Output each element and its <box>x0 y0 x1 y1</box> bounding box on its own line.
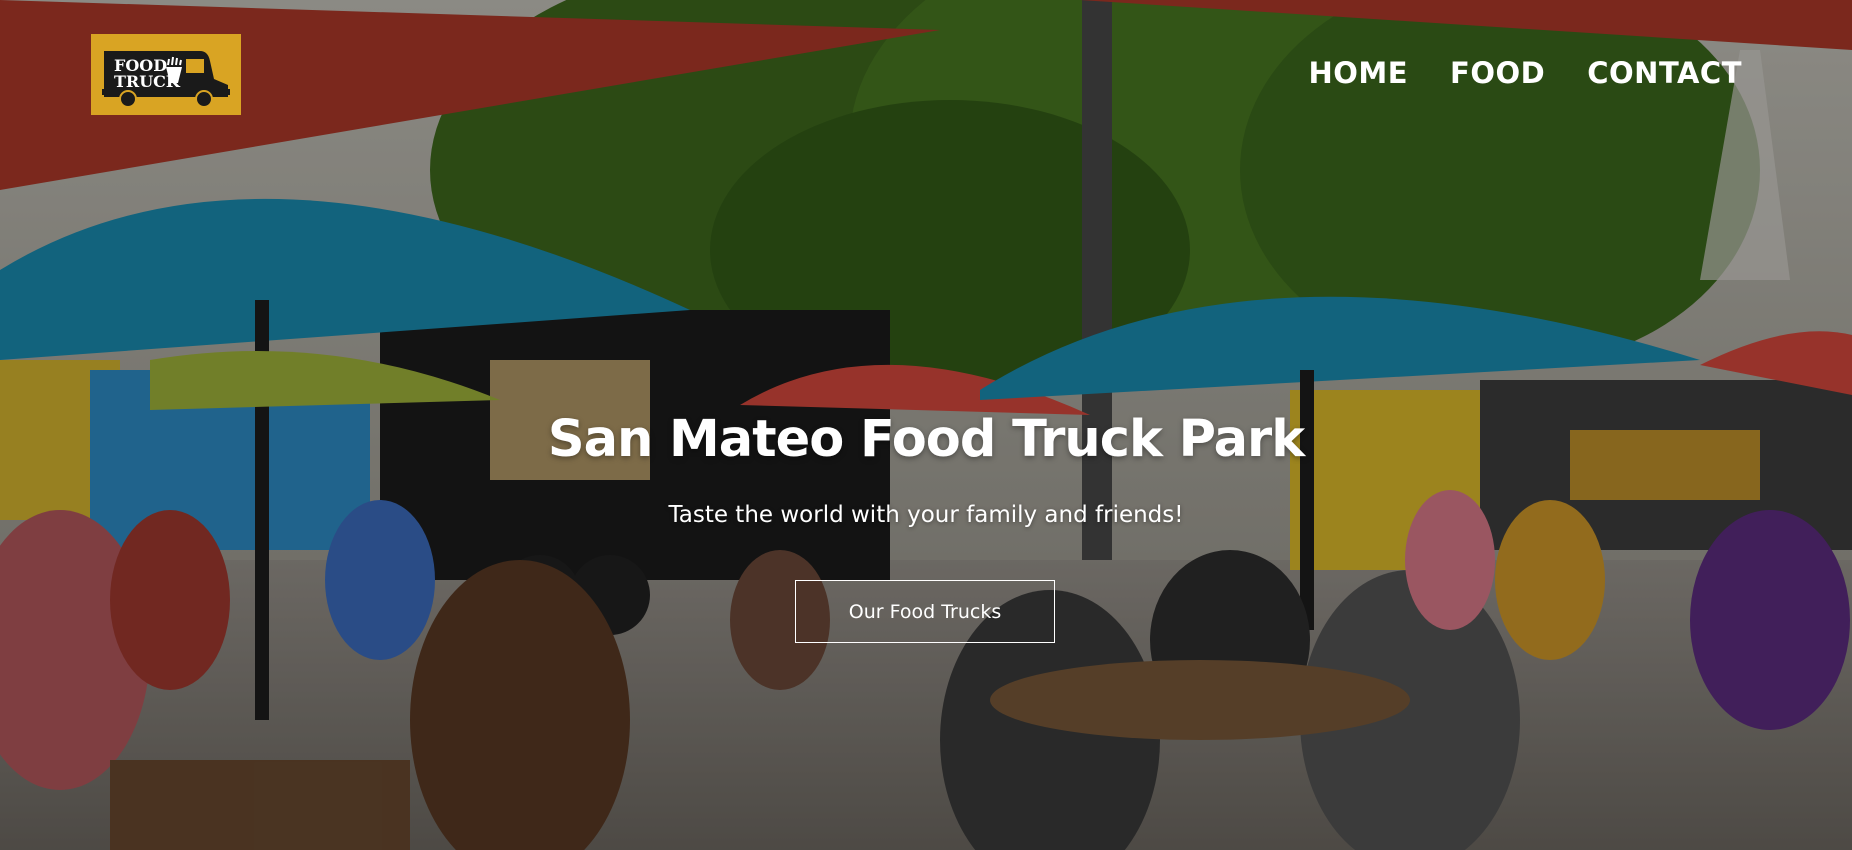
main-navigation: HOME FOOD CONTACT <box>1308 56 1742 90</box>
nav-home-link[interactable]: HOME <box>1308 56 1408 90</box>
nav-food-link[interactable]: FOOD <box>1450 56 1545 90</box>
nav-contact-link[interactable]: CONTACT <box>1587 56 1742 90</box>
hero-title: San Mateo Food Truck Park <box>547 410 1305 469</box>
our-food-trucks-button[interactable]: Our Food Trucks <box>795 580 1055 643</box>
site-logo[interactable]: FOOD TRUCK <box>91 34 241 115</box>
hero-subtitle: Taste the world with your family and fri… <box>668 502 1184 528</box>
food-truck-logo-icon: FOOD TRUCK <box>102 50 230 108</box>
